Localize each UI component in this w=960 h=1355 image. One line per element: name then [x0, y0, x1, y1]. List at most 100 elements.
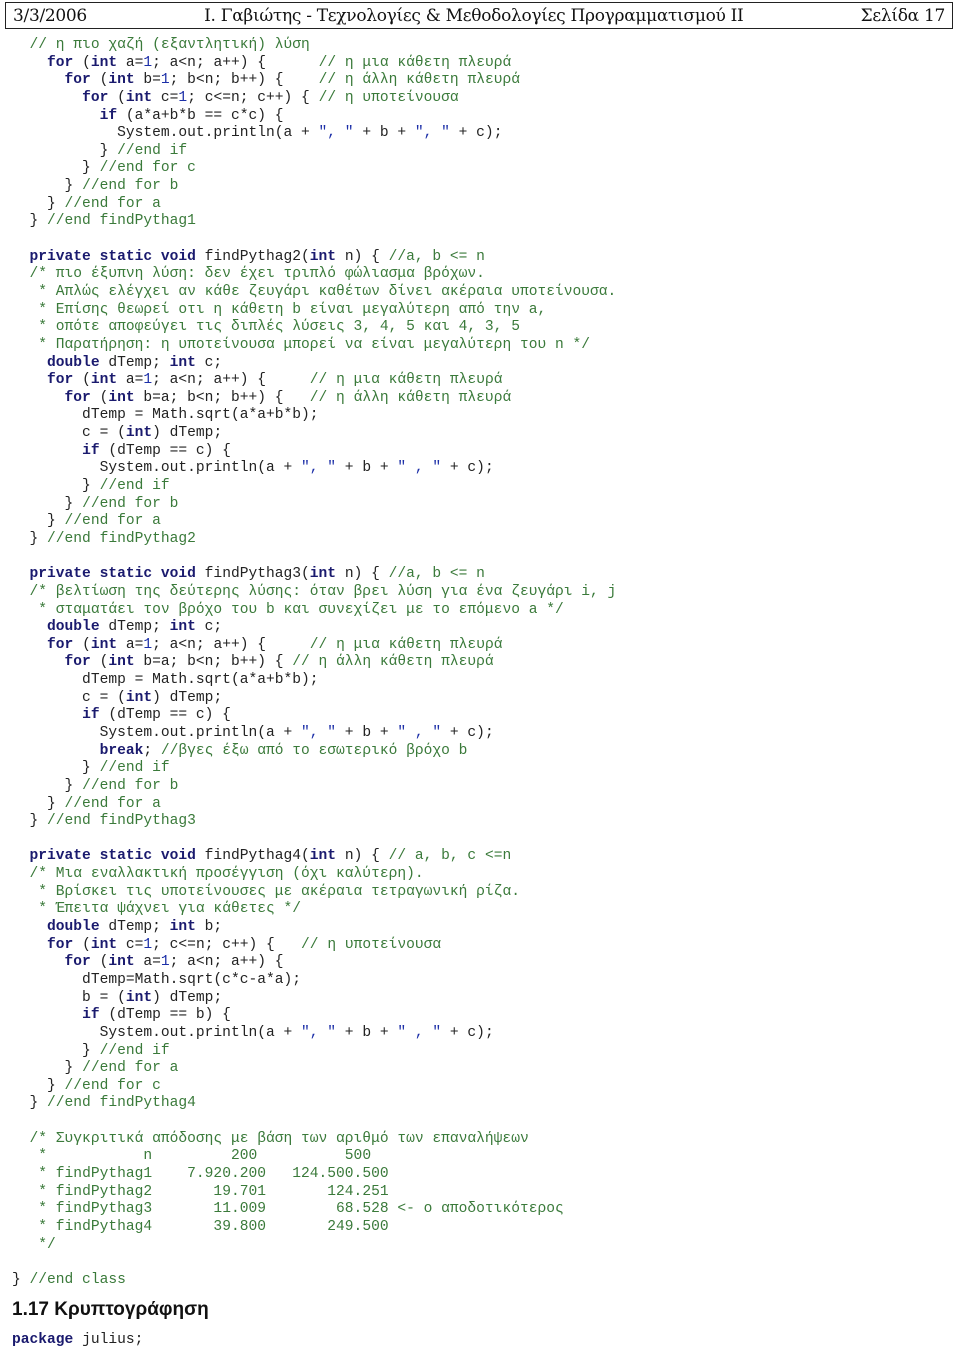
code-comment: //end findPythag2 — [47, 530, 196, 547]
code-text: c = ( — [12, 425, 126, 442]
code-comment: //end for c — [99, 160, 196, 177]
code-line: System.out.println(a + ", " + b + " , " … — [12, 460, 616, 478]
code-keyword: package — [12, 1332, 74, 1348]
code-keyword: for — [64, 654, 91, 671]
code-keyword: for — [47, 936, 74, 953]
code-line: for (int a=1; a<n; a++) { // η μια κάθετ… — [12, 372, 616, 390]
code-text: ( — [90, 72, 109, 89]
code-keyword: int — [90, 54, 118, 71]
code-text: ; c<=n; c++) { — [152, 936, 302, 953]
code-comment: //a, b <= n — [388, 248, 485, 265]
code-line: for (int c=1; c<=n; c++) { // η υποτείνο… — [12, 90, 616, 108]
code-line: double dTemp; int c; — [12, 619, 616, 637]
code-text: ( — [108, 89, 126, 106]
code-line: private static void findPythag2(int n) {… — [12, 249, 616, 267]
code-line: * findPythag4 39.800 249.500 — [12, 1219, 616, 1237]
code-text: b= — [134, 72, 161, 89]
code-line: double dTemp; int c; — [12, 355, 616, 373]
code-text: System.out.println(a + — [12, 460, 302, 477]
code-string: ", " — [318, 125, 354, 142]
code-text: ( — [90, 389, 109, 406]
code-comment: //end for b — [82, 495, 179, 512]
code-line: double dTemp; int b; — [12, 919, 616, 937]
code-comment: //end findPythag4 — [47, 1095, 196, 1112]
code-comment: * Παρατήρηση: η υποτείνουσα μπορεί να εί… — [38, 336, 591, 353]
code-text: System.out.println(a + — [12, 724, 302, 741]
code-comment: //end for a — [82, 1060, 179, 1077]
code-line: for (int c=1; c<=n; c++) { // η υποτείνο… — [12, 937, 616, 955]
code-comment: // η πιο χαζή (εξαντλητική) λύση — [29, 37, 310, 53]
code-line: dTemp=Math.sqrt(c*c-a*a); — [12, 972, 616, 990]
code-text: } — [12, 213, 48, 230]
code-comment: * οπότε αποφεύγει τις διπλές λύσεις 3, 4… — [38, 319, 520, 336]
code-text: b=a; b<n; b++) { — [134, 654, 293, 671]
code-text: + b + — [353, 125, 415, 142]
code-line: * findPythag1 7.920.200 124.500.500 — [12, 1166, 616, 1184]
code-comment: //end for a — [64, 513, 161, 530]
code-text: a= — [117, 372, 144, 389]
code-line: * σταματάει τον βρόχο του b και συνεχίζε… — [12, 602, 616, 620]
code-text: } — [12, 1077, 65, 1094]
code-comment: //end if — [117, 142, 188, 159]
code-comment: //end for c — [64, 1077, 161, 1094]
code-text: } — [12, 1042, 100, 1059]
code-keyword: int — [125, 425, 153, 442]
code-line: } //end if — [12, 760, 616, 778]
code-line: } //end findPythag1 — [12, 213, 616, 231]
code-keyword: int — [125, 689, 153, 706]
code-line: * Απλώς ελέγχει αν κάθε ζευγάρι καθέτων … — [12, 284, 616, 302]
page-header: 3/3/2006 Ι. Γαβιώτης - Τεχνολογίες & Μεθ… — [5, 2, 953, 29]
code-comment: */ — [38, 1236, 56, 1253]
code-text: } — [12, 813, 48, 830]
code-line: */ — [12, 1237, 616, 1255]
code-comment: // η υποτείνουσα — [301, 936, 442, 953]
code-keyword: int — [309, 248, 337, 265]
code-number: 1 — [178, 89, 188, 106]
code-text: + c); — [441, 724, 494, 741]
code-keyword: int — [125, 989, 153, 1006]
code-text: (dTemp == c) { — [99, 707, 231, 724]
code-comment: * findPythag4 39.800 249.500 — [38, 1218, 389, 1235]
code-number: 1 — [143, 372, 153, 389]
code-line: private static void findPythag4(int n) {… — [12, 848, 616, 866]
code-keyword: private static void — [29, 566, 196, 583]
code-comment: //end for b — [82, 178, 179, 195]
code-comment: * σταματάει τον βρόχο του b και συνεχίζε… — [38, 601, 564, 618]
code-line: if (dTemp == b) { — [12, 1007, 616, 1025]
code-text: + b + — [336, 1024, 398, 1041]
code-comment: // η υποτείνουσα — [318, 89, 459, 106]
code-text: b; — [195, 919, 223, 936]
code-keyword: int — [125, 89, 153, 106]
code-text: dTemp = Math.sqrt(a*a+b*b); — [12, 672, 319, 689]
code-listing-package: package julius; — [12, 1332, 143, 1350]
code-text: + b + — [336, 724, 398, 741]
code-comment: //end if — [99, 1042, 170, 1059]
code-line: /* πιο έξυπνη λύση: δεν έχει τριπλό φώλι… — [12, 266, 616, 284]
code-text: } — [12, 1271, 30, 1288]
code-text: } — [12, 195, 65, 212]
code-line: if (dTemp == c) { — [12, 707, 616, 725]
code-text: ; a<n; a++) { — [152, 636, 310, 653]
code-line: * Βρίσκει τις υποτείνουσες με ακέραια τε… — [12, 884, 616, 902]
code-text: } — [12, 495, 83, 512]
code-comment: // a, b, c <=n — [388, 848, 512, 865]
code-line: } //end for c — [12, 160, 616, 178]
code-comment: * findPythag3 11.009 68.528 <- ο αποδοτι… — [38, 1201, 564, 1218]
code-text: + c); — [449, 125, 503, 142]
code-text: c= — [117, 936, 144, 953]
code-line: } //end findPythag2 — [12, 531, 616, 549]
header-page-number: Σελίδα 17 — [860, 5, 946, 26]
